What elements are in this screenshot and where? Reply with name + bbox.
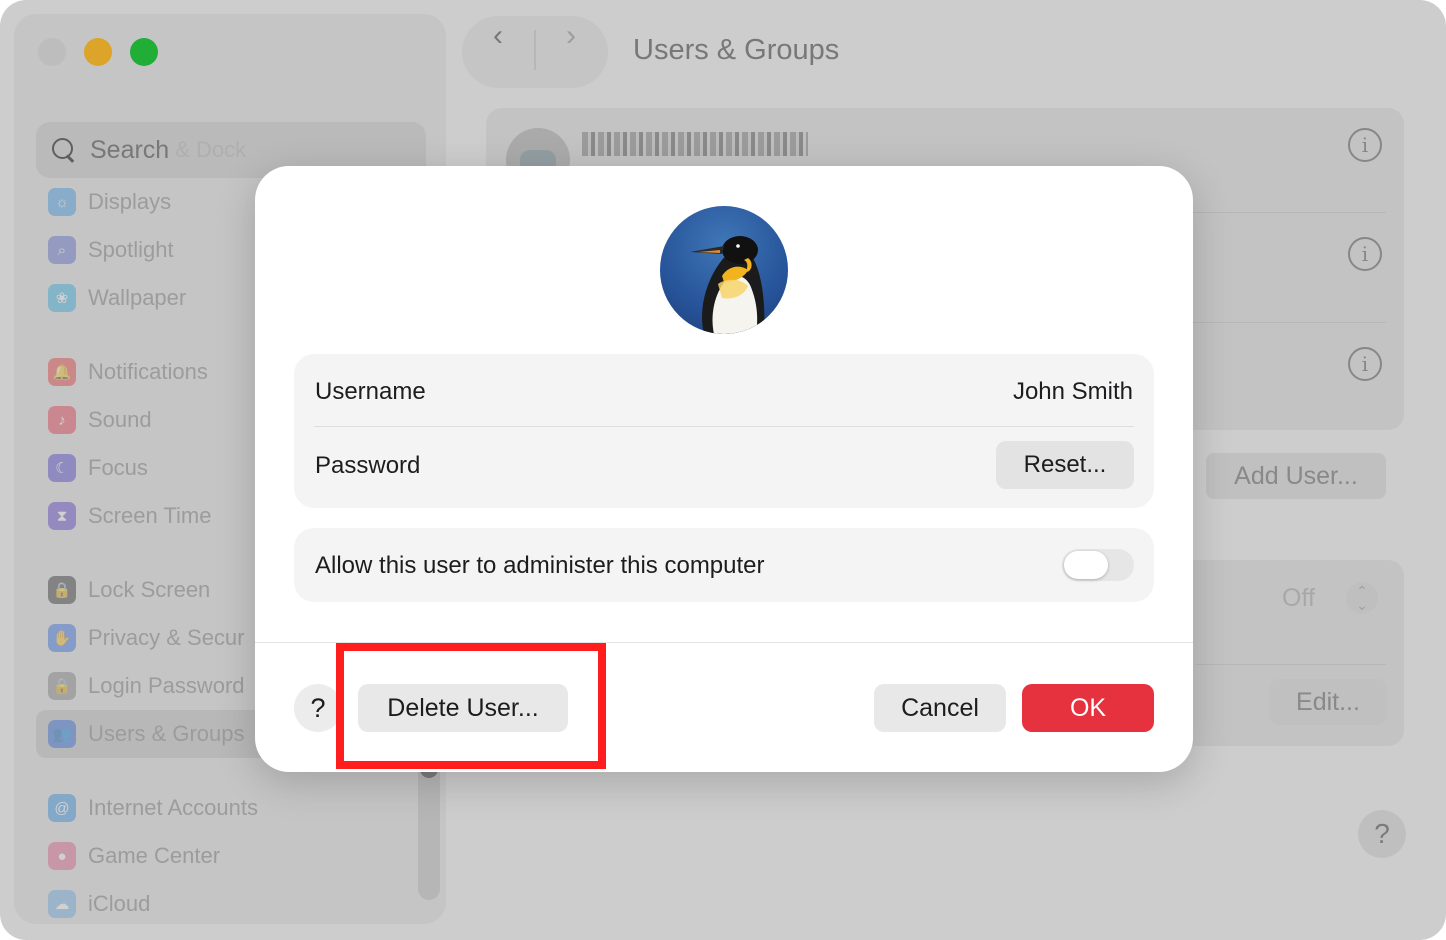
username-label: Username	[315, 378, 426, 405]
card-divider	[314, 426, 1134, 427]
penguin-image	[690, 236, 765, 334]
settings-window: Search & Dock ☼ Displays ⌕ Spotlight ❀ Wallpa…	[0, 0, 1446, 940]
highlight-annotation-box	[336, 643, 606, 769]
username-value[interactable]: John Smith	[1013, 378, 1133, 406]
password-label: Password	[315, 452, 421, 479]
admin-toggle[interactable]	[1062, 549, 1134, 581]
admin-label: Allow this user to administer this compu…	[315, 552, 765, 579]
reset-password-button[interactable]: Reset...	[996, 441, 1134, 489]
toggle-knob	[1064, 551, 1108, 579]
dialog-help-button[interactable]: ?	[294, 684, 342, 732]
user-avatar-penguin[interactable]	[660, 206, 788, 334]
cancel-button[interactable]: Cancel	[874, 684, 1006, 732]
ok-button[interactable]: OK	[1022, 684, 1154, 732]
